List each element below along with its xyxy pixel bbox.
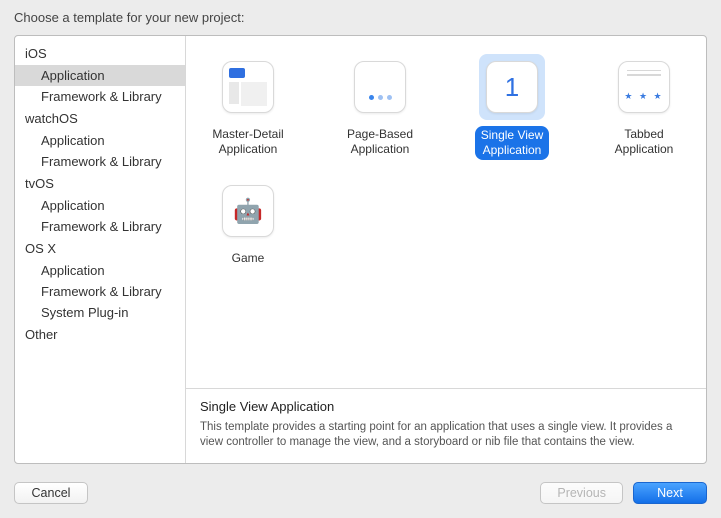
template-page-based[interactable]: Page-Based Application (332, 54, 428, 160)
template-chooser-dialog: Choose a template for your new project: … (0, 0, 721, 518)
template-label: Master-Detail Application (209, 126, 286, 158)
game-icon: 🤖 (222, 185, 274, 237)
sidebar-item[interactable]: Application (15, 195, 185, 216)
description-title: Single View Application (200, 399, 692, 414)
sidebar-item[interactable]: Framework & Library (15, 86, 185, 107)
sidebar-item[interactable]: Framework & Library (15, 216, 185, 237)
sidebar-item[interactable]: System Plug-in (15, 302, 185, 323)
template-icon-wrap: 🤖 (215, 178, 281, 244)
template-label: Tabbed Application (612, 126, 677, 158)
template-row: 🤖 Game (200, 178, 692, 267)
sidebar-header[interactable]: watchOS (15, 107, 185, 130)
dialog-title: Choose a template for your new project: (0, 0, 721, 31)
template-master-detail[interactable]: Master-Detail Application (200, 54, 296, 160)
sidebar-item[interactable]: Framework & Library (15, 281, 185, 302)
sidebar-header[interactable]: tvOS (15, 172, 185, 195)
template-label: Single View Application (475, 126, 549, 160)
template-label: Game (229, 250, 268, 267)
template-game[interactable]: 🤖 Game (200, 178, 296, 267)
single-view-icon: 1 (486, 61, 538, 113)
template-icon-wrap (347, 54, 413, 120)
master-detail-icon (222, 61, 274, 113)
template-row: Master-Detail Application Page-Based App… (200, 54, 692, 160)
sidebar-item[interactable]: Framework & Library (15, 151, 185, 172)
platform-sidebar: iOSApplicationFramework & LibrarywatchOS… (15, 36, 186, 463)
dialog-footer: Cancel Previous Next (0, 472, 721, 518)
template-icon-wrap: ★ ★ ★ (611, 54, 677, 120)
main-panel: iOSApplicationFramework & LibrarywatchOS… (14, 35, 707, 464)
template-icon-wrap (215, 54, 281, 120)
sidebar-item[interactable]: Application (15, 260, 185, 281)
sidebar-item[interactable]: Application (15, 130, 185, 151)
sidebar-item[interactable]: Application (15, 65, 185, 86)
template-label: Page-Based Application (344, 126, 416, 158)
template-icon-wrap: 1 (479, 54, 545, 120)
page-based-icon (354, 61, 406, 113)
tabbed-icon: ★ ★ ★ (618, 61, 670, 113)
template-grid: Master-Detail Application Page-Based App… (186, 36, 706, 388)
template-description: Single View Application This template pr… (186, 388, 706, 463)
sidebar-header[interactable]: iOS (15, 42, 185, 65)
sidebar-header[interactable]: OS X (15, 237, 185, 260)
cancel-button[interactable]: Cancel (14, 482, 88, 504)
previous-button[interactable]: Previous (540, 482, 623, 504)
template-single-view[interactable]: 1 Single View Application (464, 54, 560, 160)
template-tabbed[interactable]: ★ ★ ★ Tabbed Application (596, 54, 692, 160)
content-area: Master-Detail Application Page-Based App… (186, 36, 706, 463)
sidebar-header[interactable]: Other (15, 323, 185, 346)
next-button[interactable]: Next (633, 482, 707, 504)
description-body: This template provides a starting point … (200, 420, 692, 451)
